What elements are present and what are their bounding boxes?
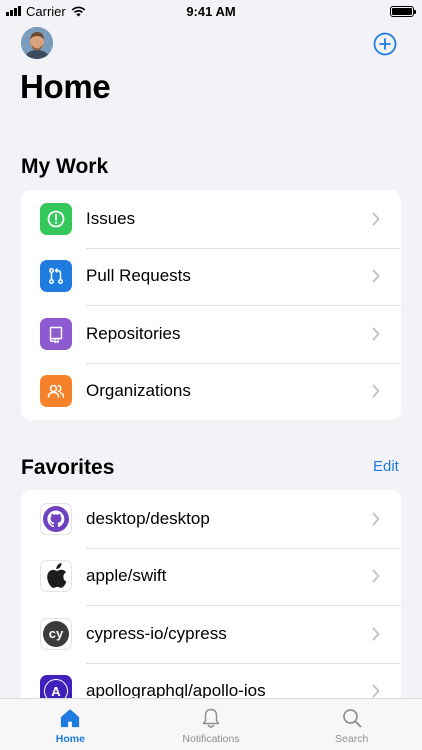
tab-home[interactable]: Home — [0, 699, 141, 750]
avatar-image — [21, 27, 53, 59]
tab-search[interactable]: Search — [281, 699, 422, 750]
my-work-item-issues[interactable]: Issues — [21, 190, 401, 248]
favorites-title: Favorites — [21, 456, 115, 479]
chevron-right-icon — [372, 212, 380, 226]
item-label: cypress-io/cypress — [86, 623, 227, 643]
item-label: desktop/desktop — [86, 508, 210, 528]
item-label: Pull Requests — [86, 266, 191, 286]
chevron-right-icon — [372, 327, 380, 341]
item-label: Repositories — [86, 323, 181, 343]
cypress-icon: cy — [40, 617, 72, 650]
pull-request-icon — [40, 260, 72, 293]
chevron-right-icon — [372, 512, 380, 526]
add-button[interactable] — [373, 32, 397, 56]
my-work-title: My Work — [21, 155, 109, 178]
chevron-right-icon — [372, 627, 380, 641]
battery-icon — [390, 5, 416, 17]
home-icon — [61, 709, 80, 728]
avatar[interactable] — [21, 27, 53, 59]
cypress-logo: cy — [43, 620, 69, 647]
my-work-item-pull-requests[interactable]: Pull Requests — [21, 247, 401, 306]
wifi-icon — [71, 6, 86, 16]
bell-icon — [202, 708, 220, 728]
carrier-label: Carrier — [26, 3, 66, 19]
repository-icon — [40, 317, 72, 350]
chevron-right-icon — [372, 384, 380, 398]
tab-notifications[interactable]: Notifications — [141, 699, 282, 750]
favorite-item-swift[interactable]: apple/swift — [21, 547, 401, 606]
item-label: apple/swift — [86, 566, 167, 586]
edit-favorites-button[interactable]: Edit — [373, 458, 399, 475]
organizations-icon — [40, 375, 72, 408]
item-label: Organizations — [86, 381, 191, 401]
my-work-item-organizations[interactable]: Organizations — [21, 362, 401, 421]
item-label: Issues — [86, 208, 136, 228]
chevron-right-icon — [372, 269, 380, 283]
tab-label: Home — [55, 733, 85, 745]
search-icon — [342, 709, 362, 728]
github-desktop-icon — [40, 502, 72, 535]
signal-icon — [6, 6, 21, 16]
page-title: Home — [20, 68, 111, 105]
status-bar: Carrier 9:41 AM — [0, 0, 422, 22]
status-left: Carrier — [6, 4, 86, 19]
tab-label: Search — [335, 733, 369, 745]
tab-label: Notifications — [182, 733, 240, 745]
my-work-item-repositories[interactable]: Repositories — [21, 305, 401, 363]
favorite-item-desktop[interactable]: desktop/desktop — [21, 490, 401, 548]
chevron-right-icon — [372, 569, 380, 583]
tab-bar: Home Notifications Search — [0, 698, 422, 750]
my-work-card: Issues Pull Requests Repositories Organi… — [21, 190, 401, 420]
chevron-right-icon — [372, 684, 380, 698]
favorite-item-cypress[interactable]: cy cypress-io/cypress — [21, 605, 401, 663]
favorites-card: desktop/desktop apple/swift cy cypress-i… — [21, 490, 401, 730]
issues-icon — [40, 202, 72, 235]
apple-icon — [40, 560, 72, 593]
